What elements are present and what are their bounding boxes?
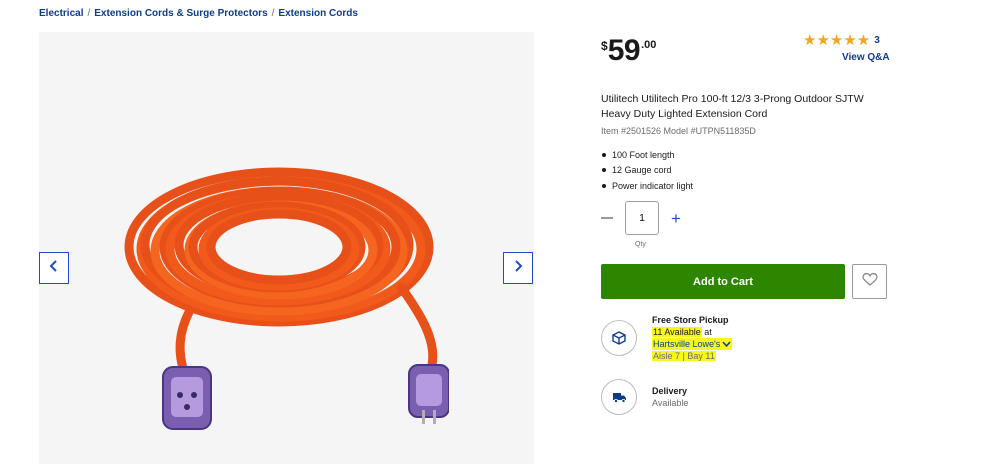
rating[interactable]: ★★★★★ 3 [803,31,880,49]
price-dollars: 59 [607,34,641,67]
feature-list: 100 Foot length 12 Gauge cord Power indi… [602,147,693,194]
feature-item: 12 Gauge cord [602,163,693,179]
truck-icon [601,379,637,415]
product-price: $ 59 .00 [601,36,656,66]
chevron-left-icon [49,259,59,277]
product-image-gallery [39,32,534,464]
wishlist-button[interactable] [852,264,887,299]
pickup-title: Free Store Pickup [652,315,729,325]
pickup-availability: 11 Available at [652,326,732,338]
product-title: Utilitech Utilitech Pro 100-ft 12/3 3-Pr… [601,93,864,120]
feature-item: 100 Foot length [602,147,693,163]
breadcrumb-separator: / [271,8,275,19]
store-pickup-info: Free Store Pickup 11 Available at Hartsv… [652,314,733,362]
chevron-right-icon [513,259,523,277]
minus-icon[interactable] [601,217,613,219]
chevron-down-icon [721,338,733,350]
feature-item: Power indicator light [602,178,693,194]
view-qa-link[interactable]: View Q&A [842,52,890,63]
store-selector[interactable]: Hartsville Lowe's [652,338,733,350]
add-to-cart-button[interactable]: Add to Cart [601,264,845,299]
plug-right [408,364,449,424]
available-suffix: at [704,327,712,337]
breadcrumb-separator: / [87,8,91,19]
plus-icon[interactable]: + [671,210,681,227]
star-rating-icon: ★★★★★ [803,32,871,49]
plug-left [162,366,212,430]
gallery-next-button[interactable] [503,252,533,284]
heart-icon [861,272,878,291]
aisle-location: Aisle 7 | Bay 11 [652,351,716,361]
delivery-title: Delivery [652,386,688,396]
available-count: 11 Available [652,327,702,337]
quantity-input[interactable] [625,201,659,235]
breadcrumb-extension-cords[interactable]: Extension Cords [278,8,357,19]
product-image [124,167,449,430]
gallery-prev-button[interactable] [39,252,69,284]
delivery-info: Delivery Available [652,385,688,409]
store-name: Hartsville Lowe's [652,338,722,350]
breadcrumb-extension-cords-surge[interactable]: Extension Cords & Surge Protectors [94,8,267,19]
rating-count[interactable]: 3 [874,35,880,46]
price-currency: $ [601,39,608,53]
quantity-label: Qty [635,241,646,248]
breadcrumb-electrical[interactable]: Electrical [39,8,83,19]
price-cents: .00 [641,39,657,51]
delivery-status: Available [652,398,689,408]
breadcrumb: Electrical / Extension Cords & Surge Pro… [39,8,358,19]
quantity-stepper: + [601,201,681,235]
item-model-number: Item #2501526 Model #UTPN511835D [601,126,756,136]
box-icon [601,320,637,356]
